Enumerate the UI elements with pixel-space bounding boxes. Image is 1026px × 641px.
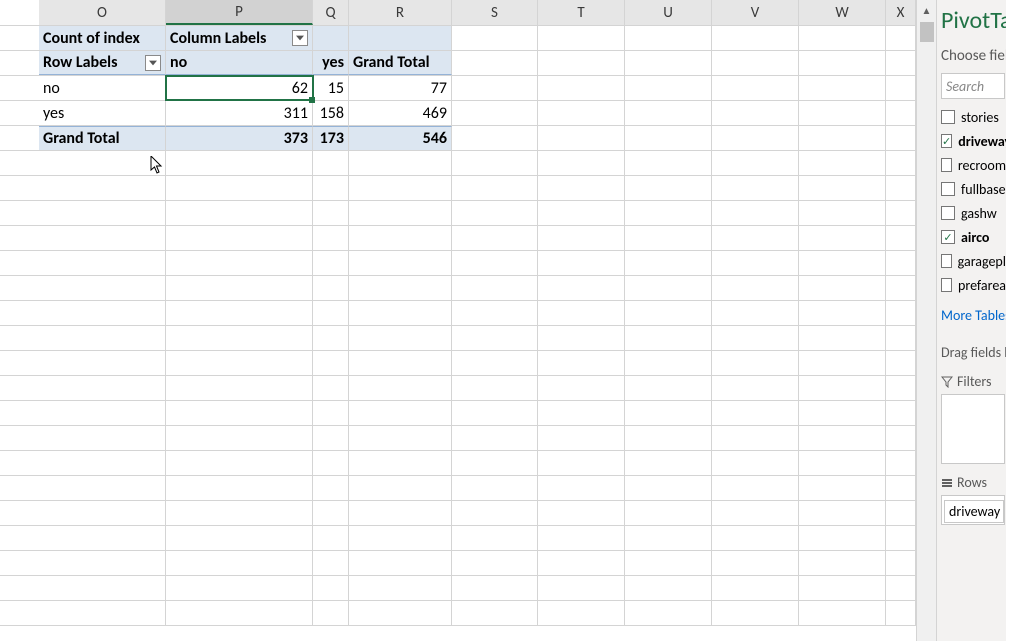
rows-area-header: Rows [937,468,1006,493]
pivot-value-no-yes[interactable]: 15 [313,76,349,100]
field-prefarea[interactable]: prefarea [941,273,1006,297]
col-header-U[interactable]: U [625,0,712,25]
col-header-T[interactable]: T [538,0,625,25]
pivot-total-grand[interactable]: 546 [349,126,452,150]
pivot-value-yes-total[interactable]: 469 [349,101,452,125]
pivot-value-yes-no[interactable]: 311 [166,101,313,125]
col-header-R[interactable]: R [349,0,452,25]
field-gashw[interactable]: gashw [941,201,1006,225]
drag-instruction: Drag fields between areas below: [937,328,1006,367]
field-fullbase[interactable]: fullbase [941,177,1006,201]
checkbox-icon[interactable] [941,254,952,268]
pivot-row-no: no [39,76,166,100]
fill-handle[interactable] [309,97,315,103]
row-labels-dropdown[interactable] [145,55,161,71]
panel-title: PivotTable Fields [937,0,1006,41]
checkbox-icon[interactable] [941,182,955,196]
row-labels-text: Row Labels [43,53,117,72]
field-recroom[interactable]: recroom [941,153,1006,177]
col-header-V[interactable]: V [712,0,799,25]
pivot-value-no-no[interactable]: 62 [166,76,313,100]
col-header-W[interactable]: W [799,0,886,25]
pivot-value-yes-yes[interactable]: 158 [313,101,349,125]
col-header-P[interactable]: P [166,0,313,25]
column-labels-dropdown[interactable] [292,30,308,46]
spreadsheet-grid[interactable]: O P Q R S T U V W X Count of index Colum… [0,0,956,641]
field-stories[interactable]: stories [941,105,1006,129]
pivot-value-no-total[interactable]: 77 [349,76,452,100]
checkbox-checked-icon[interactable] [941,134,952,148]
field-garagepl[interactable]: garagepl [941,249,1006,273]
row-header-gutter [0,0,39,25]
scroll-up-button[interactable]: ▲ [917,0,936,20]
pivot-table: Count of index Column Labels Row Labels [0,26,956,626]
vertical-scrollbar[interactable]: ▲ [916,0,936,641]
pivot-column-labels-header: Column Labels [166,26,313,50]
col-header-S[interactable]: S [452,0,538,25]
filters-drop-area[interactable] [941,394,1005,464]
checkbox-icon[interactable] [941,158,952,172]
field-airco[interactable]: airco [941,225,1006,249]
pivot-total-yes[interactable]: 173 [313,126,349,150]
pivot-col-yes: yes [313,51,349,75]
pivot-grand-total-row: Grand Total [39,126,166,150]
pivot-fields-panel: PivotTable Fields Choose fields to add t… [936,0,1006,641]
filter-icon [941,376,953,388]
col-header-X[interactable]: X [886,0,916,25]
field-search-input[interactable]: Search [941,73,1005,99]
col-header-O[interactable]: O [39,0,166,25]
pivot-grand-total-col: Grand Total [349,51,452,75]
rows-drop-area[interactable]: driveway [941,495,1005,525]
field-driveway[interactable]: driveway [941,129,1006,153]
rows-icon [941,477,953,489]
more-tables-link[interactable]: More Tables... [937,297,1006,328]
pivot-row-yes: yes [39,101,166,125]
col-labels-text: Column Labels [170,29,266,48]
checkbox-icon[interactable] [941,206,955,220]
checkbox-icon[interactable] [941,278,952,292]
column-headers: O P Q R S T U V W X [0,0,956,26]
field-list: stories driveway recroom fullbase gashw … [937,105,1006,297]
checkbox-icon[interactable] [941,110,955,124]
rows-field-driveway[interactable]: driveway [944,500,1004,523]
panel-choose-text: Choose fields to add to report: [937,41,1006,67]
pivot-total-no[interactable]: 373 [166,126,313,150]
pivot-row-labels-header: Row Labels [39,51,166,75]
scroll-thumb[interactable] [920,22,934,42]
filters-area-header: Filters [937,367,1006,392]
col-header-Q[interactable]: Q [313,0,349,25]
checkbox-checked-icon[interactable] [941,230,955,244]
pivot-measure-label: Count of index [39,26,166,50]
pivot-col-no: no [166,51,313,75]
